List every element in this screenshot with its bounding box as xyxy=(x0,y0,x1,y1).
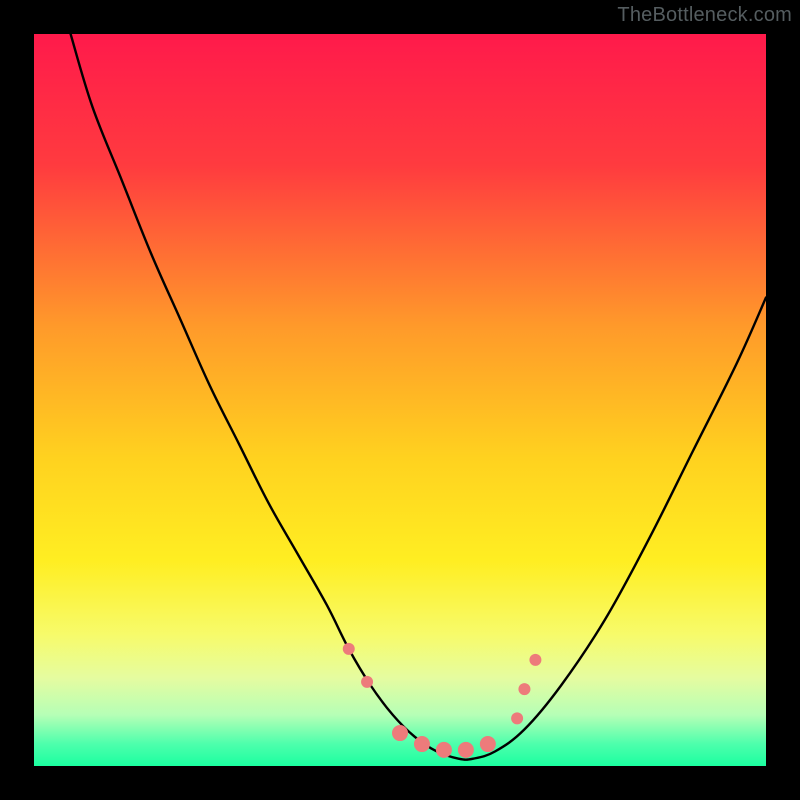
marker-left-1 xyxy=(343,643,355,655)
marker-flat-3 xyxy=(436,742,452,758)
marker-flat-5 xyxy=(480,736,496,752)
chart-frame: TheBottleneck.com xyxy=(0,0,800,800)
chart-svg xyxy=(34,34,766,766)
marker-right-1 xyxy=(511,712,523,724)
chart-background xyxy=(34,34,766,766)
marker-flat-1 xyxy=(392,725,408,741)
marker-left-2 xyxy=(361,676,373,688)
marker-flat-2 xyxy=(414,736,430,752)
watermark-text: TheBottleneck.com xyxy=(617,4,792,27)
marker-flat-4 xyxy=(458,742,474,758)
marker-right-2 xyxy=(518,683,530,695)
plot-area xyxy=(34,34,766,766)
marker-right-3 xyxy=(529,654,541,666)
